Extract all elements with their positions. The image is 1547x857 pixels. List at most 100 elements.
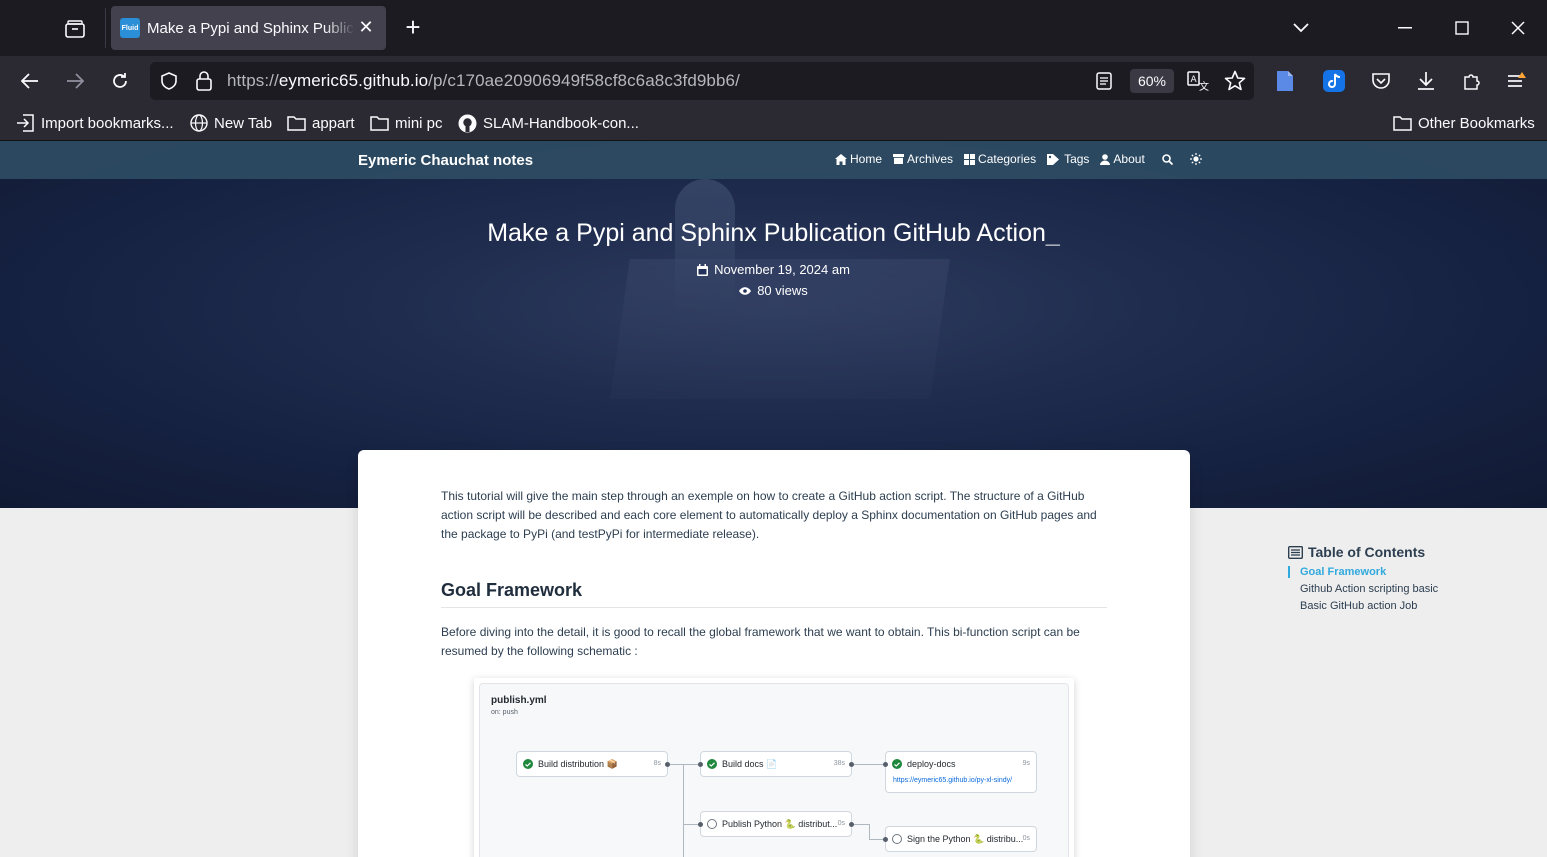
search-button[interactable] xyxy=(1161,153,1173,165)
reload-button[interactable] xyxy=(104,65,136,97)
connector-dot xyxy=(698,822,703,827)
url-path: /p/c170ae20906949f58cf8c6a8c3fd9bb6/ xyxy=(428,71,740,90)
post-title-text: Make a Pypi and Sphinx Publication GitHu… xyxy=(487,219,1046,247)
hamburger-menu-icon xyxy=(1508,72,1526,87)
back-button[interactable] xyxy=(14,65,46,97)
job-deploy-docs[interactable]: deploy-docs 9s https://eymeric65.github.… xyxy=(885,751,1037,793)
menu-about[interactable]: About xyxy=(1100,152,1145,166)
success-check-icon xyxy=(707,759,717,769)
other-bookmarks-label: Other Bookmarks xyxy=(1418,114,1535,132)
close-tab-icon[interactable]: ✕ xyxy=(356,17,376,37)
document-extension-icon xyxy=(1277,71,1293,91)
connector-line xyxy=(667,764,701,765)
url-scheme: https:// xyxy=(227,71,279,90)
translate-icon[interactable]: A文 xyxy=(1187,70,1209,92)
job-label: deploy-docs xyxy=(907,759,956,769)
menu-label: About xyxy=(1113,152,1145,166)
extensions-button[interactable] xyxy=(1456,65,1488,97)
bookmark-label: appart xyxy=(312,114,355,132)
deploy-docs-link[interactable]: https://eymeric65.github.io/py-xl-sindy/ xyxy=(893,777,1012,784)
arrow-right-icon xyxy=(67,73,84,89)
other-bookmarks[interactable]: Other Bookmarks xyxy=(1393,112,1535,134)
calendar-icon xyxy=(697,263,709,276)
sun-icon xyxy=(1189,153,1202,165)
menu-tags[interactable]: Tags xyxy=(1047,152,1089,166)
archive-icon xyxy=(893,154,905,164)
zoom-level-button[interactable]: 60% xyxy=(1130,69,1174,93)
bookmarks-toolbar: Import bookmarks... New Tab appart mini … xyxy=(0,106,1547,141)
connector-line xyxy=(683,764,684,857)
bookmark-label: Import bookmarks... xyxy=(41,114,174,132)
bookmark-slam-handbook[interactable]: SLAM-Handbook-con... xyxy=(458,112,639,134)
post-title: Make a Pypi and Sphinx Publication GitHu… xyxy=(0,219,1547,248)
connector-dot xyxy=(883,837,888,842)
forward-button[interactable] xyxy=(59,65,91,97)
downloads-button[interactable] xyxy=(1410,65,1442,97)
arrow-left-icon xyxy=(21,73,38,89)
reader-view-icon[interactable] xyxy=(1096,72,1112,90)
site-brand[interactable]: Eymeric Chauchat notes xyxy=(358,152,533,169)
table-of-contents: Table of Contents Goal Framework Github … xyxy=(1288,544,1438,612)
bookmark-import[interactable]: Import bookmarks... xyxy=(16,112,174,134)
extension-docs-button[interactable] xyxy=(1269,65,1301,97)
bookmark-label: SLAM-Handbook-con... xyxy=(483,114,639,132)
import-icon xyxy=(17,114,34,132)
site-menu: Home Archives Categories Tags About xyxy=(835,152,1202,166)
reload-icon xyxy=(113,73,127,88)
tab-bar: Fluid Make a Pypi and Sphinx Publication… xyxy=(0,0,1547,56)
post-date: November 19, 2024 am xyxy=(0,262,1547,277)
toc-item-basic-job[interactable]: Basic GitHub action Job xyxy=(1288,600,1438,612)
firefox-view-button[interactable] xyxy=(58,12,92,46)
extension-tiktok-button[interactable] xyxy=(1318,65,1350,97)
post-card: This tutorial will give the main step th… xyxy=(358,450,1190,857)
post-intro: This tutorial will give the main step th… xyxy=(441,489,1097,541)
section-paragraph: Before diving into the detail, it is goo… xyxy=(441,625,1080,658)
workflow-trigger: on: push xyxy=(491,709,518,716)
job-duration: 9s xyxy=(1022,760,1030,767)
job-sign-python[interactable]: Sign the Python 🐍 distribu... 0s xyxy=(885,826,1037,852)
new-tab-button[interactable]: + xyxy=(398,12,428,44)
job-build-docs[interactable]: Build docs 📄 38s xyxy=(700,751,852,777)
star-bookmark-icon[interactable] xyxy=(1224,70,1246,92)
menu-home[interactable]: Home xyxy=(835,152,882,166)
close-window-button[interactable] xyxy=(1500,10,1536,46)
menu-archives[interactable]: Archives xyxy=(893,152,953,166)
toc-title-text: Table of Contents xyxy=(1308,544,1426,560)
minimize-button[interactable] xyxy=(1387,10,1423,46)
job-label: Build distribution 📦 xyxy=(538,758,618,769)
menu-categories[interactable]: Categories xyxy=(964,152,1036,166)
maximize-button[interactable] xyxy=(1444,10,1480,46)
lock-icon[interactable] xyxy=(195,71,213,91)
url-bar[interactable]: https://eymeric65.github.io/p/c170ae2090… xyxy=(150,62,1254,100)
active-tab[interactable]: Fluid Make a Pypi and Sphinx Publication… xyxy=(111,6,386,50)
toc-item-goal-framework[interactable]: Goal Framework xyxy=(1288,566,1438,578)
toc-item-github-action-scripting[interactable]: Github Action scripting basic xyxy=(1288,583,1438,595)
close-icon xyxy=(1511,21,1525,35)
pocket-button[interactable] xyxy=(1365,65,1397,97)
bookmark-new-tab[interactable]: New Tab xyxy=(190,112,272,134)
job-build-distribution[interactable]: Build distribution 📦 8s xyxy=(516,751,668,777)
chevron-down-icon xyxy=(1293,23,1309,33)
list-all-tabs-button[interactable] xyxy=(1283,10,1319,46)
job-label: Sign the Python 🐍 distribu... xyxy=(907,833,1024,844)
download-icon xyxy=(1418,72,1434,90)
bookmark-label: mini pc xyxy=(395,114,443,132)
section-heading-goal-framework: Goal Framework xyxy=(441,580,1107,608)
user-icon xyxy=(1100,153,1111,165)
bookmark-folder-appart[interactable]: appart xyxy=(287,112,355,134)
pocket-icon xyxy=(1372,73,1390,89)
app-menu-button[interactable] xyxy=(1501,65,1533,97)
home-icon xyxy=(835,153,847,165)
job-label: Build docs 📄 xyxy=(722,758,778,769)
skipped-icon xyxy=(892,834,902,844)
bookmark-folder-mini-pc[interactable]: mini pc xyxy=(370,112,443,134)
success-check-icon xyxy=(523,759,533,769)
job-label: Publish Python 🐍 distribut... xyxy=(722,818,838,829)
list-icon xyxy=(1288,545,1303,559)
shield-icon[interactable] xyxy=(160,72,178,90)
maximize-icon xyxy=(1455,21,1469,35)
github-icon xyxy=(458,114,477,132)
theme-toggle-button[interactable] xyxy=(1189,153,1202,165)
job-publish-python[interactable]: Publish Python 🐍 distribut... 0s xyxy=(700,811,852,837)
url-text[interactable]: https://eymeric65.github.io/p/c170ae2090… xyxy=(227,71,740,91)
